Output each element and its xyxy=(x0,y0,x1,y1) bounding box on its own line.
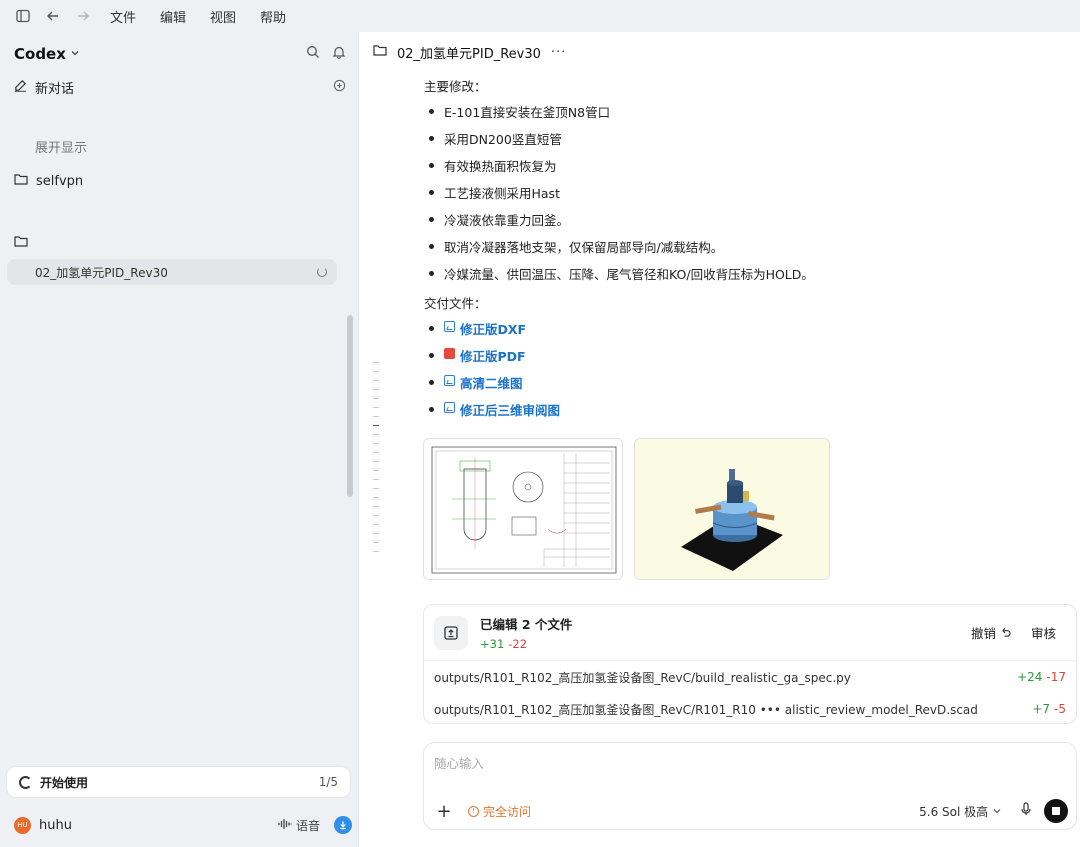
composer: + ! 完全访问 5.6 Sol 极高 xyxy=(423,742,1077,830)
brand-switcher[interactable]: Codex xyxy=(14,45,66,63)
sidebar-toggle-icon[interactable] xyxy=(10,3,36,29)
changes-list: E-101直接安装在釜顶N8管口 采用DN200竖直短管 有效换热面积恢复为 工… xyxy=(424,102,1074,291)
file-link-3d[interactable]: 修正后三维审阅图 xyxy=(424,400,1074,427)
list-item: 工艺接液侧采用Hast xyxy=(424,183,1074,210)
lines-added: +31 xyxy=(480,637,505,651)
voice-button[interactable]: 语音 xyxy=(278,817,320,834)
loading-spinner-icon xyxy=(317,267,327,277)
bell-icon[interactable] xyxy=(332,45,346,63)
project-folder[interactable] xyxy=(14,231,346,255)
list-item: 冷媒流量、供回温压、压降、尾气管径和KO/回收背压标为HOLD。 xyxy=(424,264,1074,291)
changes-heading: 主要修改： xyxy=(424,79,487,94)
progress-ring-icon xyxy=(19,775,32,789)
folder-icon xyxy=(14,173,28,189)
lines-added: +7 xyxy=(1032,702,1051,716)
menu-edit[interactable]: 编辑 xyxy=(150,7,196,26)
add-circle-icon[interactable] xyxy=(333,79,346,96)
sidebar: Codex 新对话 展开显示 selfvpn 02_加氢单元PID_Rev30 … xyxy=(0,32,358,847)
drawing-thumbnail[interactable] xyxy=(423,438,623,580)
file-path: outputs/R101_R102_高压加氢釜设备图_RevC/R101_R10… xyxy=(434,702,978,717)
avatar[interactable]: HU xyxy=(14,816,31,834)
warning-icon: ! xyxy=(468,805,479,817)
scroll-minimap[interactable] xyxy=(373,362,379,560)
edited-file-row[interactable]: outputs/R101_R102_高压加氢釜设备图_RevC/build_re… xyxy=(424,661,1076,693)
message-content: 主要修改： E-101直接安装在釜顶N8管口 采用DN200竖直短管 有效换热面… xyxy=(424,76,1074,427)
list-item: 采用DN200竖直短管 xyxy=(424,129,1074,156)
menu-file[interactable]: 文件 xyxy=(100,7,146,26)
diff-summary: +31 -22 xyxy=(480,637,572,651)
edited-files-header: 已编辑 2 个文件 +31 -22 撤销 审核 xyxy=(424,605,1076,661)
model-label: 5.6 Sol 极高 xyxy=(919,804,989,819)
get-started-label: 开始使用 xyxy=(40,775,89,790)
waveform-icon xyxy=(278,818,292,833)
folder-icon xyxy=(14,235,28,251)
image-file-icon xyxy=(444,321,455,332)
list-item: 有效换热面积恢复为 xyxy=(424,156,1074,183)
brand-row: Codex xyxy=(14,42,346,66)
get-started-count: 1/5 xyxy=(318,775,338,789)
image-file-icon xyxy=(444,375,455,386)
forward-arrow-icon[interactable] xyxy=(70,3,96,29)
menubar: 文件 编辑 视图 帮助 xyxy=(0,0,358,32)
chevron-down-icon xyxy=(992,805,1002,819)
voice-label: 语音 xyxy=(295,818,320,833)
list-item: 取消冷凝器落地支架，仅保留局部导向/减载结构。 xyxy=(424,237,1074,264)
menu-help[interactable]: 帮助 xyxy=(250,7,296,26)
main-panel: 02_加氢单元PID_Rev30 ··· 主要修改： E-101直接安装在釜顶N… xyxy=(358,32,1080,847)
access-mode-label: 完全访问 xyxy=(483,804,532,819)
prompt-input[interactable] xyxy=(434,756,834,771)
list-item: 冷凝液依靠重力回釜。 xyxy=(424,210,1074,237)
pdf-file-icon xyxy=(444,348,455,359)
new-chat-button[interactable]: 新对话 xyxy=(14,75,346,99)
add-attachment-icon[interactable]: + xyxy=(434,801,454,822)
undo-label: 撤销 xyxy=(970,626,996,641)
edited-files-title: 已编辑 2 个文件 xyxy=(480,617,573,632)
search-icon[interactable] xyxy=(306,45,320,63)
file-link-2d[interactable]: 高清二维图 xyxy=(424,373,1074,400)
project-label: selfvpn xyxy=(36,173,84,189)
review-button[interactable]: 审核 xyxy=(1021,619,1066,646)
project-selfvpn[interactable]: selfvpn xyxy=(14,169,346,193)
lines-removed: -22 xyxy=(508,637,528,651)
file-link-dxf[interactable]: 修正版DXF xyxy=(424,319,1074,346)
undo-button[interactable]: 撤销 xyxy=(971,623,1011,642)
stop-button[interactable] xyxy=(1044,799,1068,823)
get-started-banner[interactable]: 开始使用 1/5 xyxy=(7,767,350,797)
thread-title: 02_加氢单元PID_Rev30 xyxy=(35,265,168,280)
expand-toggle[interactable]: 展开显示 xyxy=(35,137,87,156)
edit-icon xyxy=(14,79,27,96)
deliverables-list: 修正版DXF 修正版PDF 高清二维图 修正后三维审阅图 xyxy=(424,319,1074,427)
sidebar-scrollbar[interactable] xyxy=(347,315,353,497)
edited-files-card: 已编辑 2 个文件 +31 -22 撤销 审核 outputs/R101_R102… xyxy=(423,604,1077,724)
edited-file-row[interactable]: outputs/R101_R102_高压加氢釜设备图_RevC/R101_R10… xyxy=(424,693,1076,725)
back-arrow-icon[interactable] xyxy=(40,3,66,29)
download-icon[interactable] xyxy=(334,816,352,834)
chevron-down-icon[interactable] xyxy=(70,47,80,62)
access-mode-button[interactable]: ! 完全访问 xyxy=(468,803,531,820)
lines-removed: -17 xyxy=(1046,670,1066,684)
deliverables-heading: 交付文件： xyxy=(424,296,487,311)
more-options-icon[interactable]: ··· xyxy=(551,45,566,60)
main-header: 02_加氢单元PID_Rev30 ··· xyxy=(359,32,1080,72)
file-diff-icon xyxy=(434,615,468,650)
composer-toolbar: + ! 完全访问 5.6 Sol 极高 xyxy=(434,799,1068,823)
folder-icon xyxy=(373,44,387,60)
menu-view[interactable]: 视图 xyxy=(200,7,246,26)
lines-removed: -5 xyxy=(1054,702,1066,716)
file-link-pdf[interactable]: 修正版PDF xyxy=(424,346,1074,373)
microphone-icon[interactable] xyxy=(1020,802,1032,820)
thread-item-active[interactable]: 02_加氢单元PID_Rev30 xyxy=(7,259,337,285)
thread-title-header: 02_加氢单元PID_Rev30 xyxy=(397,46,541,62)
file-path: outputs/R101_R102_高压加氢釜设备图_RevC/build_re… xyxy=(434,670,851,685)
model-selector[interactable]: 5.6 Sol 极高 xyxy=(919,803,1002,820)
lines-added: +24 xyxy=(1017,670,1043,684)
list-item: E-101直接安装在釜顶N8管口 xyxy=(424,102,1074,129)
user-row: HU huhu 语音 xyxy=(14,814,352,836)
model-3d-thumbnail[interactable] xyxy=(634,438,830,580)
user-name[interactable]: huhu xyxy=(39,818,72,833)
image-file-icon xyxy=(444,402,455,413)
new-chat-label: 新对话 xyxy=(35,81,75,97)
undo-icon xyxy=(1000,626,1011,641)
